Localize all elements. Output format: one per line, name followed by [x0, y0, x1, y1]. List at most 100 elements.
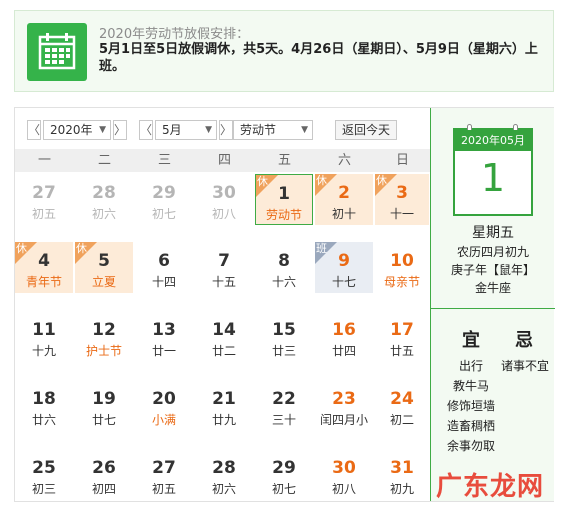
day-number: 3	[396, 183, 408, 203]
weekday-header: 一 二 三 四 五 六 日	[15, 149, 430, 172]
day-cell[interactable]: 22 三十	[255, 380, 313, 431]
weekday-label: 四	[217, 153, 231, 168]
day-number: 21	[212, 389, 236, 409]
day-cell[interactable]: 14 廿二	[195, 311, 253, 362]
chevron-down-icon: ▼	[99, 125, 106, 135]
ji-item: 诸事不宜	[501, 359, 550, 373]
day-cell[interactable]: 13 廿一	[135, 311, 193, 362]
selected-day-panel: 2020年05月 1 星期五 农历四月初九 庚子年【鼠年】 金牛座 宜 忌 出行…	[430, 108, 555, 501]
lunar-label: 初十	[331, 207, 356, 221]
day-cell[interactable]: 25 初三	[15, 449, 73, 500]
day-number: 23	[332, 389, 356, 409]
yi-item: 造畜稠栖	[447, 419, 496, 433]
day-number: 27	[152, 458, 176, 478]
calendar-toolbar: 〈 2020年 ▼ 〉 〈 5月 ▼ 〉 劳动节 ▼ 返回今天	[15, 108, 430, 148]
lunar-label: 初五	[151, 482, 176, 496]
calendar-icon	[27, 23, 87, 81]
day-cell[interactable]: 28 初六	[195, 449, 253, 500]
day-number: 31	[390, 458, 414, 478]
weekday-label: 一	[37, 153, 51, 168]
yi-item: 教牛马	[453, 379, 490, 393]
day-cell[interactable]: 15 廿三	[255, 311, 313, 362]
notice-title: 2020年劳动节放假安排：	[99, 27, 250, 42]
weekday-label: 日	[395, 153, 409, 168]
lunar-label: 初二	[389, 413, 414, 427]
day-cell[interactable]: 30 初八	[315, 449, 373, 500]
day-number: 6	[158, 251, 170, 271]
day-cell[interactable]: 休 5 立夏	[75, 242, 133, 293]
lunar-label: 初八	[211, 207, 236, 221]
day-cell[interactable]: 19 廿七	[75, 380, 133, 431]
day-cell[interactable]: 11 十九	[15, 311, 73, 362]
selected-constellation: 金牛座	[474, 281, 511, 295]
day-cell[interactable]: 休 3 十一	[375, 174, 429, 225]
day-number: 20	[152, 389, 176, 409]
day-number: 26	[92, 458, 116, 478]
ji-heading: 忌	[515, 330, 533, 351]
month-select-value: 5月	[162, 123, 182, 137]
notice-text: 5月1日至5日放假调休，共5天。4月26日（星期日）、5月9日（星期六）上班。	[99, 42, 538, 74]
lunar-label: 廿三	[271, 344, 296, 358]
weekday-label: 五	[277, 153, 291, 168]
day-cell[interactable]: 29 初七	[255, 449, 313, 500]
lunar-label: 母亲节	[383, 275, 420, 289]
next-month-button[interactable]: 〉	[219, 120, 233, 140]
lunar-label: 初六	[91, 207, 116, 221]
day-cell[interactable]: 21 廿九	[195, 380, 253, 431]
day-number: 11	[32, 320, 56, 340]
day-cell[interactable]: 27 初五	[135, 449, 193, 500]
day-cell[interactable]: 30 初八	[195, 174, 253, 225]
lunar-label: 初三	[31, 482, 56, 496]
lunar-label: 十四	[151, 275, 176, 289]
holiday-select-value: 劳动节	[240, 123, 277, 137]
day-cell[interactable]: 休 2 初十	[315, 174, 373, 225]
lunar-label: 初七	[151, 207, 176, 221]
chevron-down-icon: ▼	[205, 125, 212, 135]
prev-year-button[interactable]: 〈	[27, 120, 41, 140]
lunar-label: 青年节	[25, 275, 62, 289]
day-number: 17	[390, 320, 414, 340]
day-number: 1	[278, 184, 290, 204]
day-cell[interactable]: 28 初六	[75, 174, 133, 225]
day-cell[interactable]: 7 十五	[195, 242, 253, 293]
day-number: 13	[152, 320, 176, 340]
day-cell[interactable]: 17 廿五	[375, 311, 429, 362]
lunar-label: 小满	[151, 413, 176, 427]
day-cell[interactable]: 10 母亲节	[375, 242, 429, 293]
day-cell[interactable]: 20 小满	[135, 380, 193, 431]
prev-month-button[interactable]: 〈	[139, 120, 153, 140]
back-to-today-button[interactable]: 返回今天	[335, 120, 397, 140]
day-cell[interactable]: 23 闰四月小	[315, 380, 373, 431]
day-cell[interactable]: 8 十六	[255, 242, 313, 293]
day-cell[interactable]: 休 4 青年节	[15, 242, 73, 293]
day-number: 18	[32, 389, 56, 409]
day-number: 30	[332, 458, 356, 478]
day-cell[interactable]: 31 初九	[375, 449, 429, 500]
day-cell[interactable]: 6 十四	[135, 242, 193, 293]
day-cell[interactable]: 16 廿四	[315, 311, 373, 362]
day-cell[interactable]: 29 初七	[135, 174, 193, 225]
lunar-label: 十五	[211, 275, 236, 289]
lunar-label: 立夏	[91, 275, 116, 289]
big-date-number: 1	[480, 156, 506, 200]
lunar-label: 三十	[271, 413, 296, 427]
day-cell[interactable]: 26 初四	[75, 449, 133, 500]
holiday-select[interactable]: 劳动节 ▼	[233, 120, 313, 140]
day-number: 15	[272, 320, 296, 340]
lunar-label: 廿一	[151, 344, 176, 358]
day-cell[interactable]: 18 廿六	[15, 380, 73, 431]
day-number: 12	[92, 320, 116, 340]
day-cell[interactable]: 27 初五	[15, 174, 73, 225]
month-select[interactable]: 5月 ▼	[155, 120, 217, 140]
day-cell[interactable]: 24 初二	[375, 380, 429, 431]
day-cell[interactable]: 休 1 劳动节	[255, 174, 313, 225]
yi-heading: 宜	[462, 330, 480, 351]
yi-item: 出行	[459, 359, 484, 373]
day-cell[interactable]: 12 护士节	[75, 311, 133, 362]
next-year-button[interactable]: 〉	[113, 120, 127, 140]
lunar-label: 劳动节	[265, 208, 302, 222]
yi-item: 余事勿取	[447, 439, 496, 453]
year-select[interactable]: 2020年 ▼	[43, 120, 111, 140]
lunar-label: 廿九	[211, 413, 236, 427]
day-cell[interactable]: 班 9 十七	[315, 242, 373, 293]
